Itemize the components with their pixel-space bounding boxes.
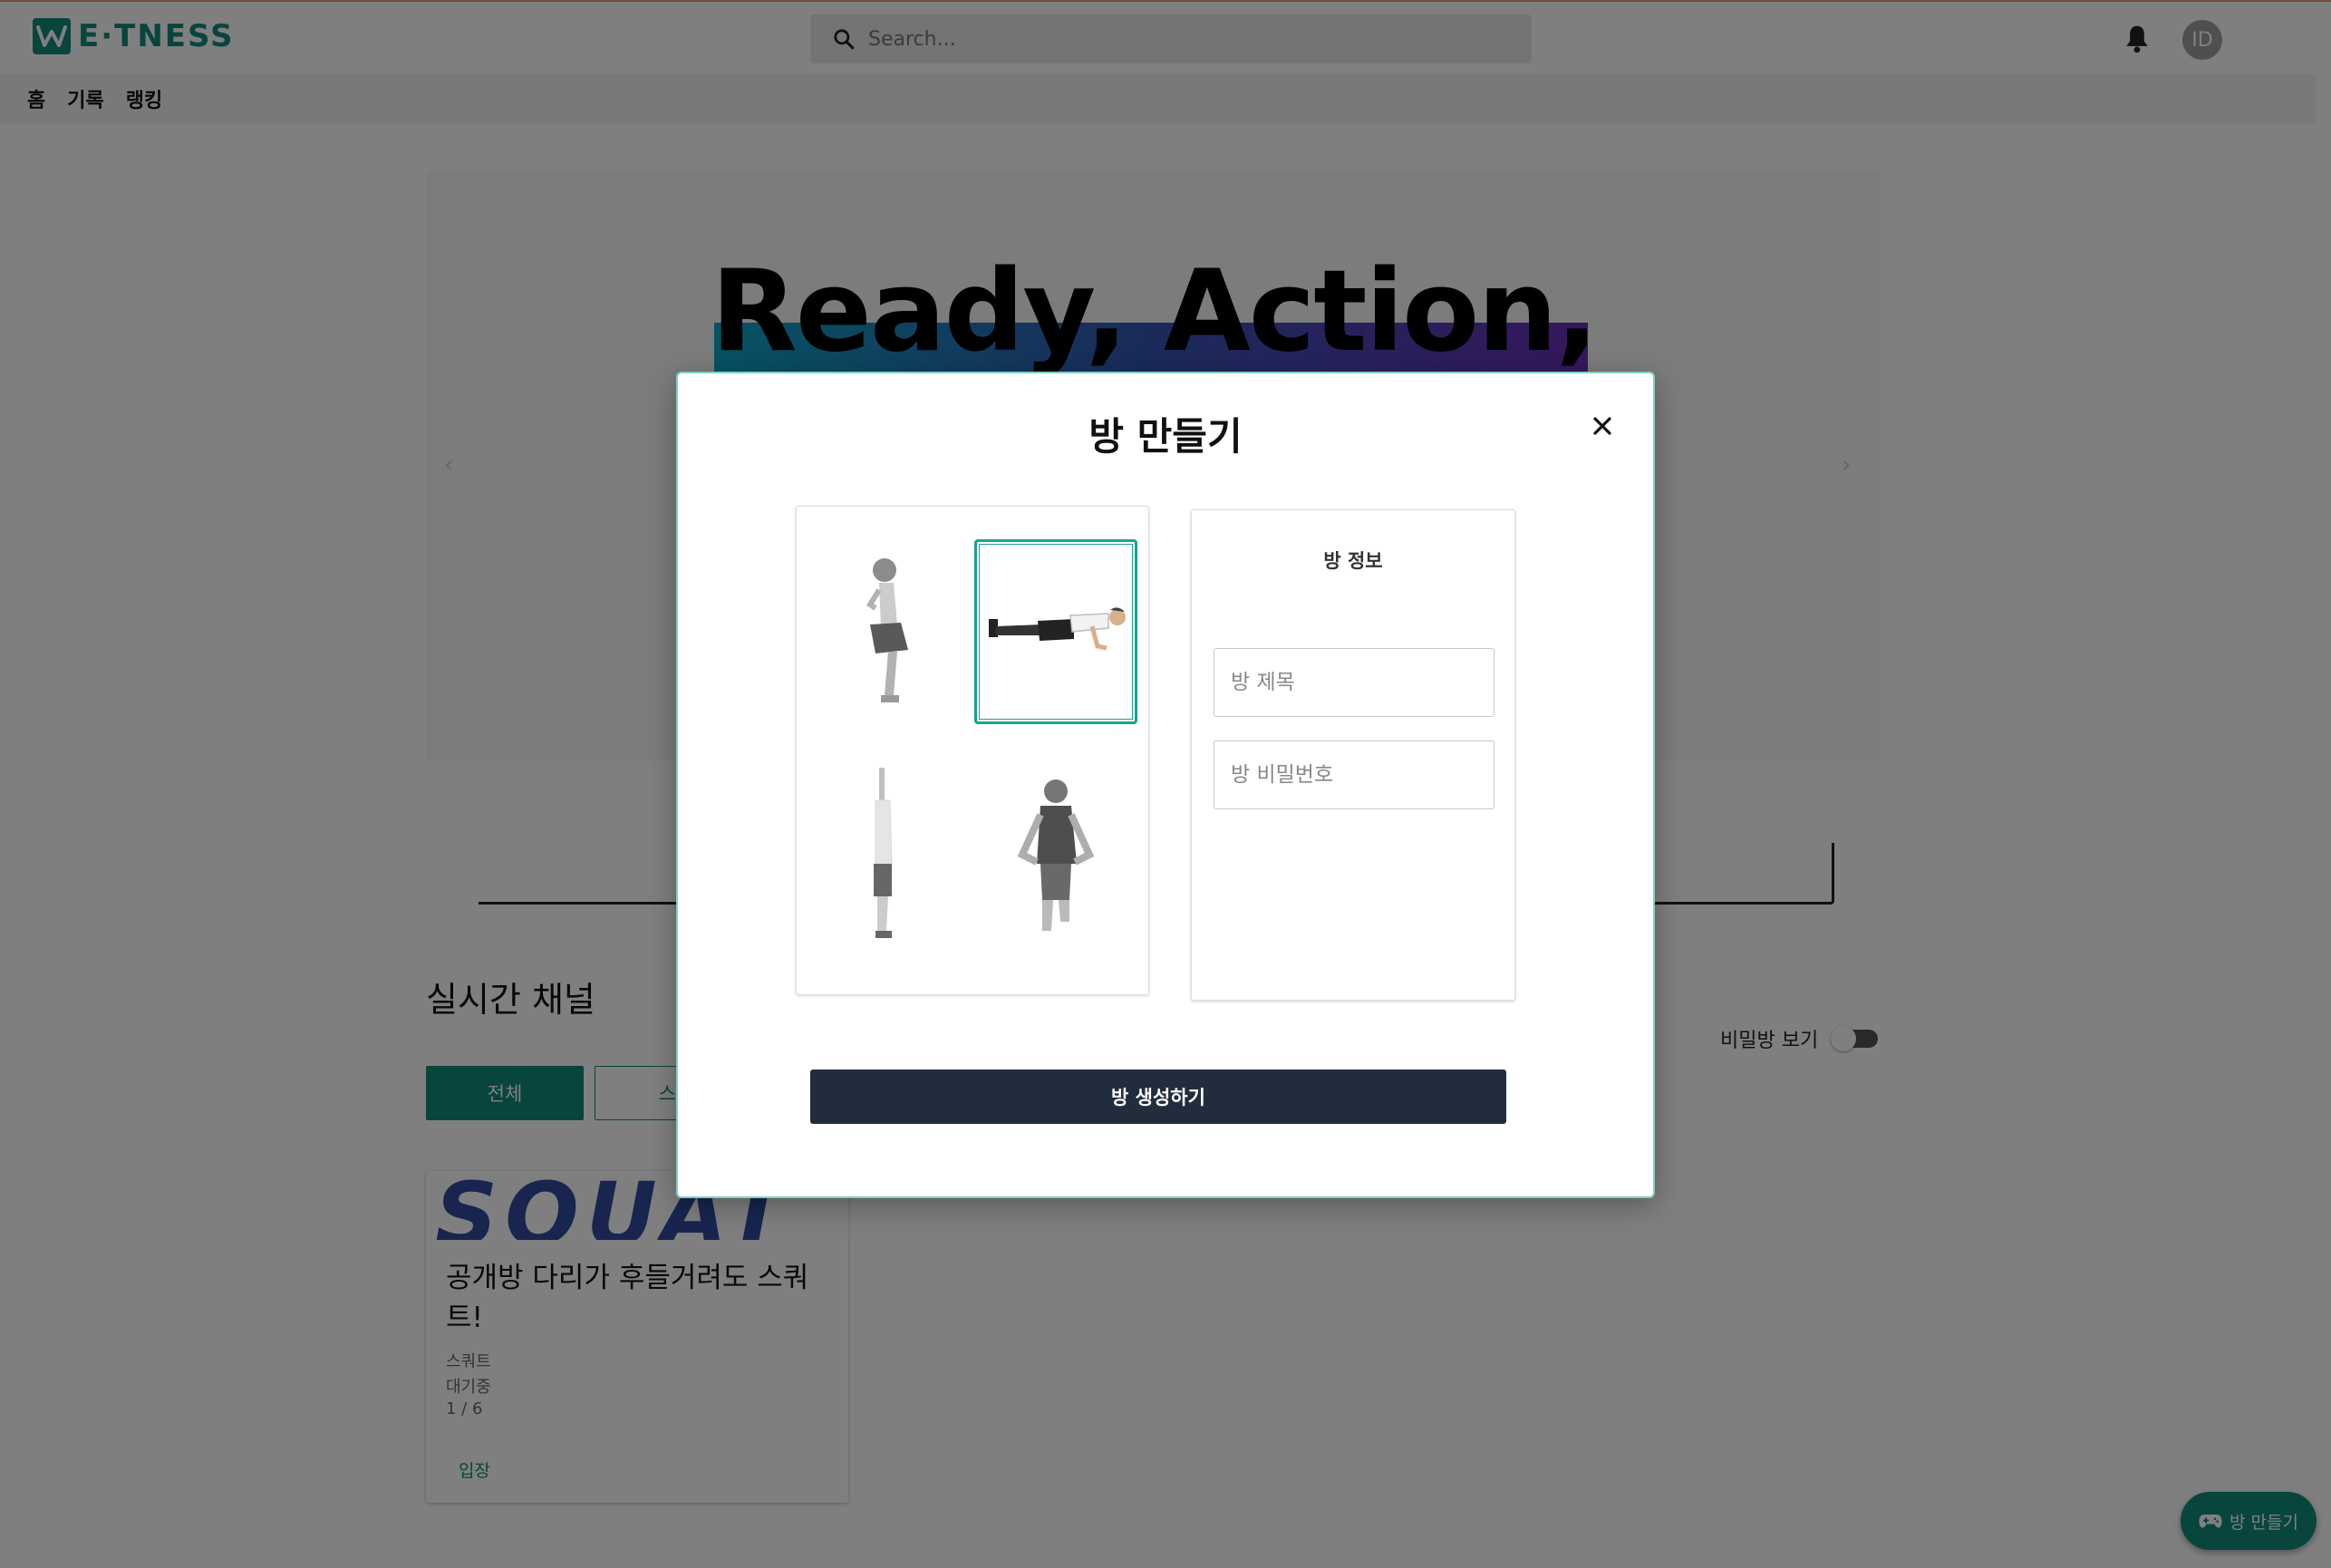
lunge-side-figure-icon xyxy=(874,768,893,938)
room-info-title: 방 정보 xyxy=(1323,550,1383,572)
room-info-panel: 방 정보 xyxy=(1191,509,1515,1001)
lunge-front-figure-icon xyxy=(1017,779,1095,931)
close-icon[interactable] xyxy=(1588,411,1617,440)
exercise-squat-option[interactable] xyxy=(802,539,965,724)
pushup-figure-icon xyxy=(989,607,1126,651)
create-room-button[interactable]: 방 생성하기 xyxy=(810,1070,1506,1124)
room-password-input[interactable] xyxy=(1214,740,1494,809)
exercise-pushup-option[interactable] xyxy=(974,539,1137,724)
exercise-selector xyxy=(796,506,1149,995)
exercise-lunge-side-option[interactable] xyxy=(802,762,965,947)
room-title-input[interactable] xyxy=(1214,648,1494,717)
squat-figure-icon xyxy=(866,558,908,702)
create-room-modal: 방 만들기 방 정보 방 제목 방 비밀번호 방 생성하기 xyxy=(676,372,1655,1198)
exercise-lunge-front-option[interactable] xyxy=(974,762,1137,947)
modal-title: 방 만들기 xyxy=(1088,414,1243,459)
